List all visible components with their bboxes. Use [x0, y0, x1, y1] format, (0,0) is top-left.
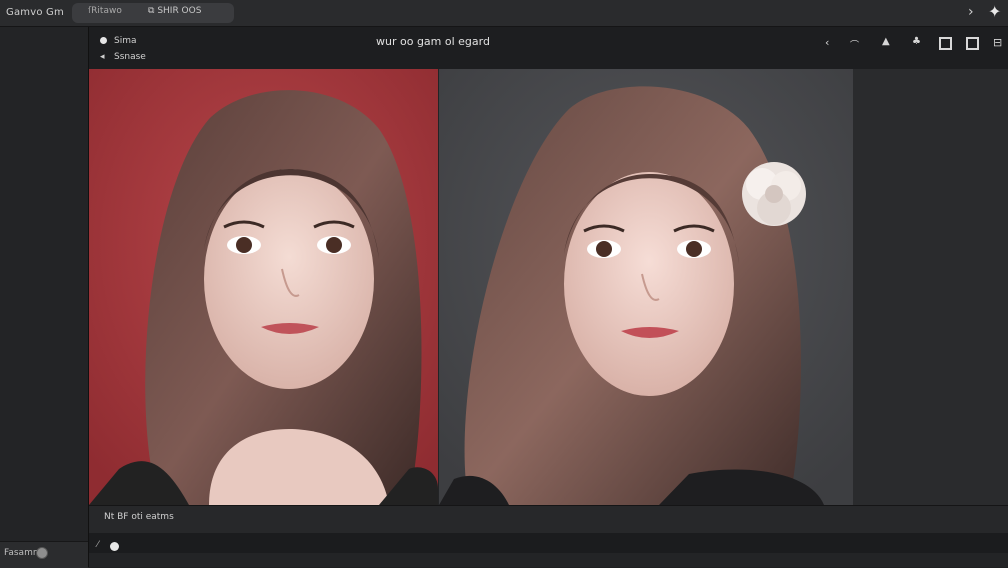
undo-icon[interactable]: ⌒ [850, 38, 859, 51]
tab-shir-oos[interactable]: ⧉ SHIR OOS [148, 6, 201, 16]
crop-square-icon[interactable] [966, 37, 979, 50]
caption-bar [89, 505, 1008, 534]
prompt-input-bar[interactable] [89, 533, 1008, 553]
back-icon[interactable]: ◂ [100, 52, 105, 62]
settings-icon[interactable] [36, 547, 48, 559]
image-caption: Nt BF oti eatms [104, 512, 174, 522]
empty-canvas-area [853, 69, 1008, 505]
copy-icon: ⧉ [148, 6, 155, 16]
frame-icon[interactable] [939, 37, 952, 50]
status-dot-icon [100, 37, 107, 44]
sparkle-icon[interactable]: ✦ [988, 2, 1001, 21]
chevron-left-icon[interactable]: ‹ [825, 36, 829, 49]
meta-line-1: Sima [114, 36, 137, 46]
send-dot-icon[interactable] [110, 542, 119, 551]
flower-decoration [742, 162, 806, 226]
tab-ritawo[interactable]: ſRitawo [88, 6, 122, 16]
triangle-icon[interactable]: ▲ [882, 36, 890, 47]
split-view-icon[interactable]: ⊟ [993, 36, 1002, 49]
prompt-title: wur oo gam ol egard [376, 35, 490, 48]
generated-image-1[interactable] [89, 69, 438, 505]
panel-header [89, 27, 1008, 69]
generated-image-2[interactable] [439, 69, 853, 505]
app-title: Gamvo Gm [6, 7, 64, 18]
edit-icon[interactable]: ⁄ [97, 540, 99, 550]
meta-line-2: Ssnase [114, 52, 146, 62]
left-sidebar [0, 27, 88, 567]
adjust-icon[interactable]: ♣ [912, 36, 921, 47]
chevron-right-icon[interactable]: › [968, 4, 974, 20]
